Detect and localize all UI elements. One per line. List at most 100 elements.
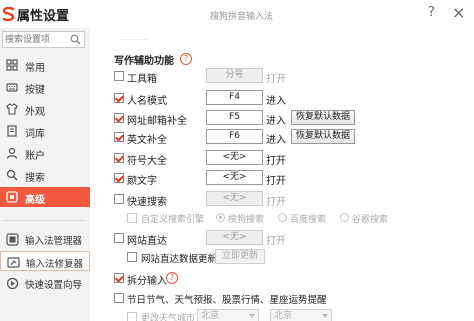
url-email-restore-button[interactable]: 恢复默认数据: [291, 110, 355, 125]
tool-label: 输入法修复器: [26, 259, 84, 270]
sidebar-item-label: 高级: [25, 195, 45, 206]
emoticons-hotkey[interactable]: <无>: [206, 170, 263, 185]
site-update-checkbox[interactable]: [127, 252, 137, 262]
sidebar-item-keys[interactable]: 按键: [0, 77, 90, 97]
emoticons-action: 打开: [266, 176, 286, 187]
toolbox-checkbox[interactable]: [114, 71, 124, 81]
sidebar-item-appearance[interactable]: 外观: [0, 99, 90, 119]
sidebar-item-account[interactable]: 账户: [0, 143, 90, 163]
sidebar-search: [2, 31, 85, 48]
sidebar-item-label: 词库: [25, 129, 45, 140]
reminders-label: 节日节气、天气预报、股票行情、星座运势提醒: [127, 295, 327, 306]
site-update-label: 网站直达数据更新: [141, 254, 218, 265]
clipped-row: [118, 30, 148, 40]
quick-search-action: 打开: [266, 197, 286, 208]
reminders-checkbox[interactable]: [114, 293, 124, 303]
sidebar-item-dictionary[interactable]: 词库: [0, 121, 90, 141]
toolbox-action: 打开: [266, 74, 286, 85]
wizard-icon: [6, 277, 19, 290]
engine-google-label: 谷歌搜索: [352, 215, 389, 225]
symbols-hotkey[interactable]: <无>: [206, 150, 263, 165]
sidebar-item-label: 按键: [25, 85, 45, 96]
english-complete-action: 进入: [266, 135, 286, 146]
repair-icon: [7, 257, 20, 268]
url-email-label: 网址邮箱补全: [127, 116, 187, 127]
section-title: 写作辅助功能: [114, 56, 174, 67]
symbols-checkbox[interactable]: [114, 153, 124, 163]
url-email-checkbox[interactable]: [114, 113, 124, 123]
weather-city-label: 更改天气城市: [141, 314, 196, 321]
url-email-action: 进入: [266, 116, 286, 127]
split-input-label: 拆分输入: [127, 276, 167, 287]
user-icon: [6, 147, 18, 159]
quick-search-hotkey[interactable]: <无>: [206, 191, 263, 206]
sidebar-item-advanced[interactable]: 高级: [0, 187, 90, 207]
sidebar-item-common[interactable]: 常用: [0, 55, 90, 75]
sidebar-item-search[interactable]: 搜索: [0, 165, 90, 185]
book-icon: [7, 125, 17, 137]
english-complete-checkbox[interactable]: [114, 132, 124, 142]
help-button[interactable]: ?: [428, 5, 435, 20]
engine-baidu-label: 百度搜索: [290, 215, 327, 225]
sidebar-item-label: 外观: [25, 107, 45, 118]
city-select[interactable]: 北京: [270, 309, 332, 321]
tool-input-repair[interactable]: 输入法修复器: [0, 251, 90, 271]
help-icon[interactable]: ?: [180, 53, 192, 65]
engine-baidu-radio[interactable]: [278, 213, 287, 222]
emoticons-label: 颜文字: [127, 176, 157, 187]
toolbox-label: 工具箱: [127, 74, 157, 85]
name-mode-action: 进入: [266, 96, 286, 107]
advanced-icon: [6, 191, 18, 203]
city-value: 北京: [274, 311, 293, 321]
name-mode-checkbox[interactable]: [114, 93, 124, 103]
toolbox-hotkey[interactable]: 分号: [206, 68, 263, 83]
keyboard-icon: [6, 83, 18, 92]
english-restore-button[interactable]: 恢复默认数据: [291, 129, 355, 144]
sidebar: 常用 按键 外观 词库 账户 搜索: [0, 28, 90, 321]
chevron-down-icon: [249, 314, 255, 318]
search-icon[interactable]: [70, 34, 81, 45]
english-complete-hotkey[interactable]: F6: [206, 129, 263, 144]
sidebar-item-label: 搜索: [25, 173, 45, 184]
grid-icon: [6, 59, 18, 71]
site-direct-action: 打开: [266, 236, 286, 247]
app-title: 属性设置: [17, 9, 70, 24]
manager-icon: [6, 233, 19, 246]
title-bar: 属性设置 搜狗拼音输入法 ? ×: [0, 0, 474, 28]
engine-sogou-label: 搜狗搜索: [228, 215, 265, 225]
window-subtitle: 搜狗拼音输入法: [210, 12, 274, 22]
chevron-down-icon: [322, 314, 328, 318]
symbols-label: 符号大全: [127, 156, 167, 167]
emoticons-checkbox[interactable]: [114, 173, 124, 183]
sidebar-divider: [4, 220, 86, 221]
tool-input-manager[interactable]: 输入法管理器: [0, 229, 90, 249]
quick-search-checkbox[interactable]: [114, 194, 124, 204]
search-input[interactable]: [5, 34, 69, 45]
custom-engine-checkbox[interactable]: [127, 213, 137, 223]
province-select[interactable]: 北京: [197, 309, 259, 321]
name-mode-hotkey[interactable]: F4: [206, 90, 263, 105]
close-button[interactable]: ×: [452, 3, 465, 22]
province-value: 北京: [201, 311, 220, 321]
shirt-icon: [6, 103, 18, 115]
url-email-hotkey[interactable]: F5: [206, 110, 263, 125]
tool-label: 快速设置向导: [25, 280, 83, 291]
custom-engine-label: 自定义搜索引擎: [141, 215, 205, 225]
engine-sogou-radio[interactable]: [216, 213, 225, 222]
site-direct-label: 网站直达: [127, 236, 167, 247]
symbols-action: 打开: [266, 156, 286, 167]
english-complete-label: 英文补全: [127, 135, 167, 146]
weather-city-checkbox[interactable]: [127, 312, 137, 321]
sidebar-item-label: 常用: [25, 63, 45, 74]
quick-search-label: 快速搜索: [127, 197, 167, 208]
split-input-help-icon[interactable]: ?: [166, 272, 178, 284]
tool-setup-wizard[interactable]: 快速设置向导: [0, 273, 90, 293]
site-direct-checkbox[interactable]: [114, 233, 124, 243]
sidebar-item-label: 账户: [25, 151, 45, 162]
tool-label: 输入法管理器: [25, 236, 83, 247]
update-now-button[interactable]: 立即更新: [215, 249, 265, 264]
site-direct-hotkey[interactable]: <无>: [206, 230, 263, 245]
sogou-logo-icon: [3, 7, 15, 21]
split-input-checkbox[interactable]: [114, 273, 124, 283]
engine-google-radio[interactable]: [340, 213, 349, 222]
